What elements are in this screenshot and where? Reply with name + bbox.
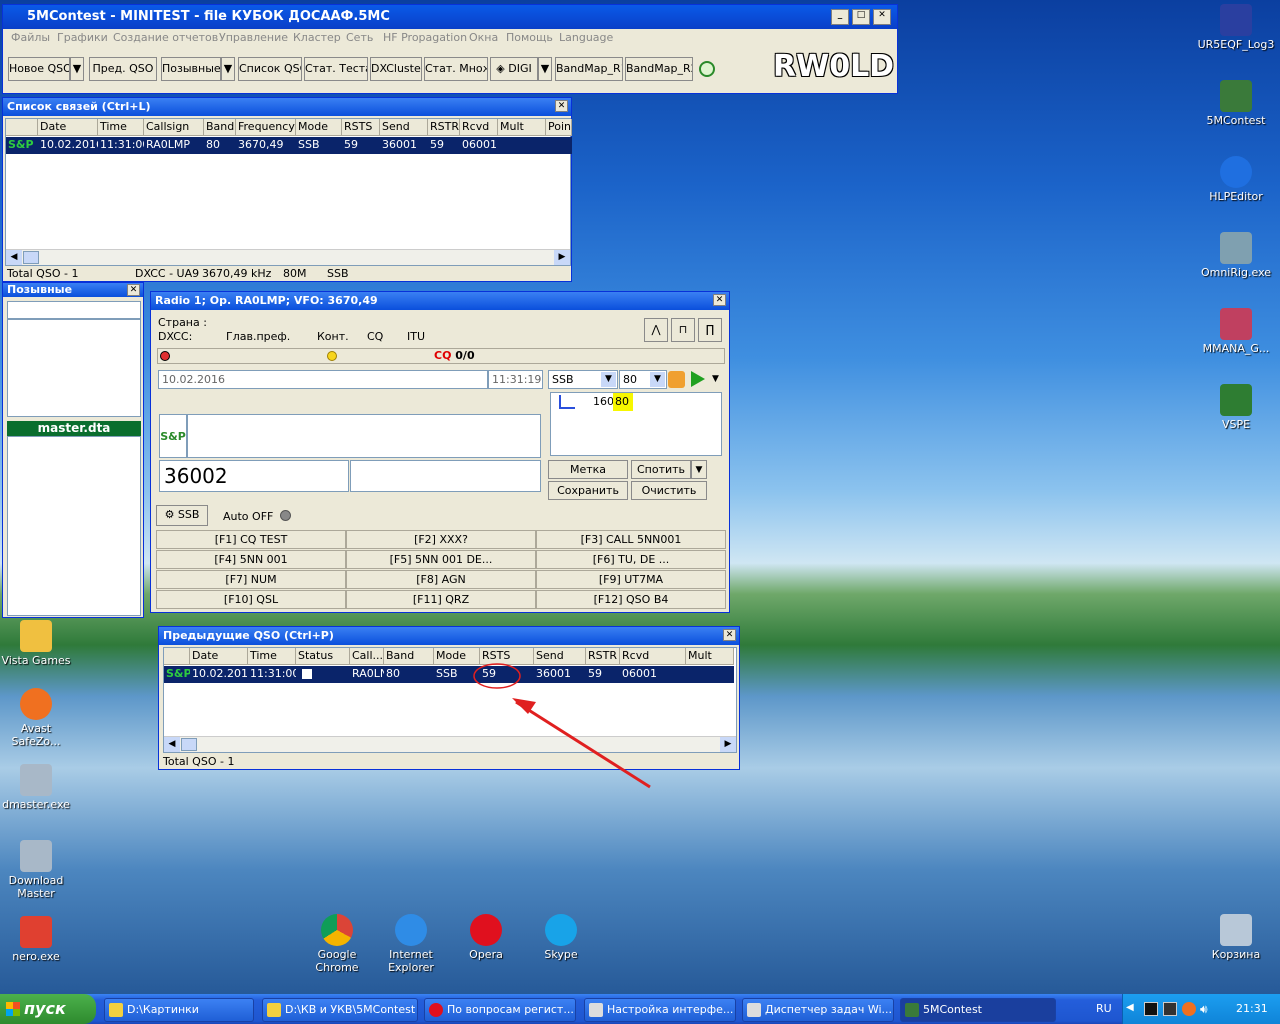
tray-app2-icon[interactable] (1163, 1002, 1177, 1016)
taskbar-item-task-manager[interactable]: Диспетчер задач Wi... (742, 998, 894, 1022)
taskbar-item-pictures[interactable]: D:\Картинки (104, 998, 254, 1022)
start-label: пуск (24, 999, 66, 1018)
tray-app-icon[interactable] (1144, 1002, 1158, 1016)
language-indicator[interactable]: RU (1096, 1002, 1112, 1015)
windows-logo-icon (6, 1002, 20, 1016)
clock[interactable]: 21:31 (1236, 1002, 1268, 1015)
volume-icon[interactable]: 🔊︎ (1200, 1002, 1208, 1017)
taskbar-item-5mcontest-folder[interactable]: D:\КВ и УКВ\5MContest (262, 998, 418, 1022)
taskbar-item-5mcontest[interactable]: 5MContest (900, 998, 1056, 1022)
annotation-arrow (515, 700, 651, 789)
task-manager-icon (747, 1003, 761, 1017)
start-button[interactable]: пуск (0, 994, 96, 1024)
settings-window-icon (589, 1003, 603, 1017)
taskbar-item-opera[interactable]: По вопросам регист... (424, 998, 576, 1022)
tray-arrow-icon[interactable]: ◀ (1126, 1002, 1134, 1013)
taskbar-item-settings[interactable]: Настройка интерфе... (584, 998, 736, 1022)
tray-avast-icon[interactable] (1182, 1002, 1196, 1016)
folder-icon (267, 1003, 281, 1017)
opera-icon (429, 1003, 443, 1017)
5mcontest-icon (905, 1003, 919, 1017)
annotation-circle (473, 663, 521, 689)
annotation-overlay (473, 663, 651, 789)
folder-icon (109, 1003, 123, 1017)
